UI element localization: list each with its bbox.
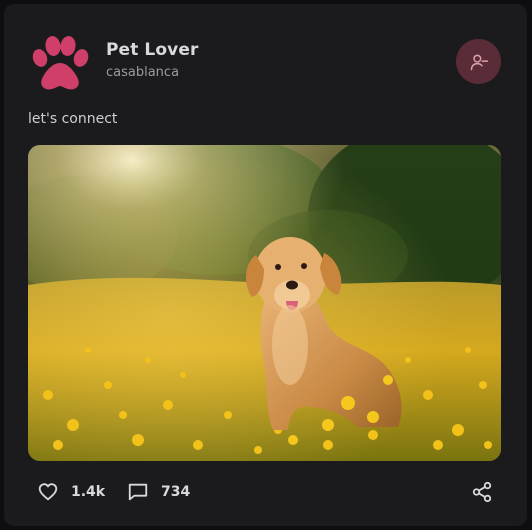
post-caption: let's connect	[28, 111, 118, 127]
user-name[interactable]: Pet Lover	[106, 40, 198, 60]
paw-icon	[32, 36, 89, 90]
share-icon	[472, 481, 492, 503]
like-count: 1.4k	[71, 484, 106, 500]
comment-button[interactable]: 734	[127, 480, 190, 504]
avatar[interactable]	[28, 34, 92, 94]
unfollow-button[interactable]	[456, 39, 501, 84]
user-minus-icon	[470, 54, 488, 70]
comment-icon	[128, 483, 148, 501]
heart-icon	[38, 483, 58, 501]
post-image[interactable]	[28, 145, 501, 461]
post-card: Pet Lover casablanca let's connect 1.4k …	[4, 4, 527, 526]
share-button[interactable]	[471, 480, 493, 504]
user-handle[interactable]: casablanca	[106, 65, 179, 80]
comment-count: 734	[161, 484, 191, 500]
like-button[interactable]: 1.4k	[37, 480, 105, 504]
